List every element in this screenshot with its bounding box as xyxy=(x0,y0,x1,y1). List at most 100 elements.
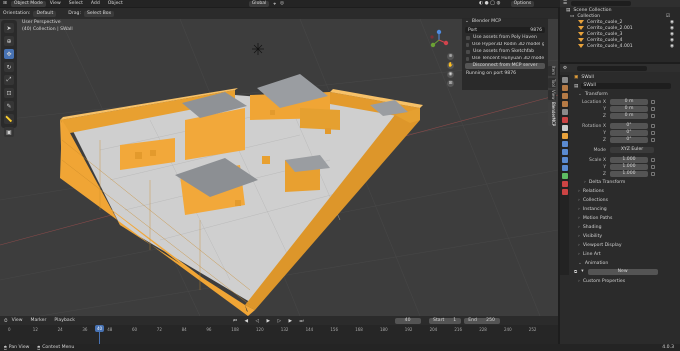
rotation-z-field[interactable]: 0° xyxy=(610,137,648,143)
material-tab-icon[interactable] xyxy=(561,181,568,187)
relations-section[interactable]: Relations xyxy=(560,187,680,196)
shading-section[interactable]: Shading xyxy=(560,223,680,232)
cursor-icon[interactable]: ⊕ xyxy=(4,36,14,46)
eye-icon[interactable]: ◉ xyxy=(670,32,674,37)
eye-icon[interactable]: ◉ xyxy=(670,44,674,49)
lock-icon[interactable] xyxy=(651,172,655,176)
collections-section[interactable]: Collections xyxy=(560,196,680,205)
proportional-edit-icon[interactable]: ◎ xyxy=(280,1,284,6)
checkbox-sketchfab[interactable]: Use assets from Sketchfab xyxy=(466,49,544,54)
timeline-menu-view[interactable]: View xyxy=(12,318,23,323)
output-tab-icon[interactable] xyxy=(561,93,568,99)
playback-controls[interactable]: ⏮ ◀ ◁ ▶ ▷ ▶ ⏭ xyxy=(233,318,307,324)
eye-icon[interactable]: ◉ xyxy=(670,38,674,43)
timeline-menu-marker[interactable]: Marker xyxy=(31,318,47,323)
checkbox-hyper3d[interactable]: Use Hyper3D Rodin 3D model generation xyxy=(466,42,544,47)
physics-tab-icon[interactable] xyxy=(561,157,568,163)
menu-object[interactable]: Object xyxy=(108,1,123,6)
select-cursor-icon[interactable]: ➤ xyxy=(4,23,14,33)
lock-icon[interactable] xyxy=(651,131,655,135)
eye-icon[interactable]: ◉ xyxy=(670,26,674,31)
playhead[interactable]: 40 xyxy=(95,325,104,332)
lock-icon[interactable] xyxy=(651,114,655,118)
menu-view[interactable]: View xyxy=(50,1,61,6)
location-z-field[interactable]: 0 m xyxy=(610,113,648,119)
new-action-button[interactable]: New xyxy=(587,268,658,275)
viewport-display-section[interactable]: Viewport Display xyxy=(560,241,680,250)
tab-tool[interactable]: Tool xyxy=(548,78,556,88)
timeline-menu-playback[interactable]: Playback xyxy=(54,318,75,323)
menu-select[interactable]: Select xyxy=(69,1,83,6)
rotation-mode-dropdown[interactable]: XYZ Euler xyxy=(610,147,654,153)
rotate-icon[interactable]: ↻ xyxy=(4,62,14,72)
lock-icon[interactable] xyxy=(651,158,655,162)
ortho-grid-icon[interactable]: ⊞ xyxy=(447,80,454,87)
world-tab-icon[interactable] xyxy=(561,117,568,123)
options-dropdown[interactable]: Options xyxy=(510,0,535,7)
outliner-search[interactable] xyxy=(571,1,632,6)
end-frame-field[interactable]: End 250 xyxy=(463,317,500,324)
move-icon[interactable]: ✥ xyxy=(4,49,14,59)
lock-icon[interactable] xyxy=(651,138,655,142)
tool-tab-icon[interactable] xyxy=(561,77,568,83)
collection-tab-icon[interactable] xyxy=(561,125,568,131)
start-frame-field[interactable]: Start 1 xyxy=(428,317,461,324)
disconnect-button[interactable]: Disconnect from MCP server xyxy=(465,63,545,69)
location-x-field[interactable]: 0 m xyxy=(610,99,648,105)
collapse-icon[interactable]: ⌄ xyxy=(465,19,469,24)
mode-dropdown[interactable]: Object Mode xyxy=(10,0,46,7)
lock-icon[interactable] xyxy=(651,100,655,104)
render-tab-icon[interactable] xyxy=(561,85,568,91)
eye-icon[interactable]: ◉ xyxy=(670,20,674,25)
lock-icon[interactable] xyxy=(651,165,655,169)
properties-search[interactable] xyxy=(577,65,648,71)
pan-hand-icon[interactable]: ✋ xyxy=(447,62,454,69)
timeline-editor-icon[interactable]: ⏱ xyxy=(4,318,8,324)
outliner-filter-icon[interactable]: ☰ xyxy=(563,1,567,6)
tab-blendermcp[interactable]: BlenderMCP xyxy=(548,102,556,126)
scale-icon[interactable]: ⤢ xyxy=(4,75,14,85)
particles-tab-icon[interactable] xyxy=(561,149,568,155)
drag-dropdown[interactable]: Select Box xyxy=(84,10,115,17)
menu-add[interactable]: Add xyxy=(91,1,100,6)
custom-properties-section[interactable]: Custom Properties xyxy=(560,277,680,286)
add-cube-icon[interactable]: ▣ xyxy=(4,127,14,137)
annotate-icon[interactable]: ✎ xyxy=(4,101,14,111)
scene-tab-icon[interactable] xyxy=(561,109,568,115)
scale-x-field[interactable]: 1.000 xyxy=(610,157,648,163)
visibility-section[interactable]: Visibility xyxy=(560,232,680,241)
animation-section[interactable]: Animation xyxy=(560,259,680,268)
lock-icon[interactable] xyxy=(651,124,655,128)
snap-icon[interactable]: ⌖ xyxy=(273,1,276,7)
view-layer-tab-icon[interactable] xyxy=(561,101,568,107)
tab-view[interactable]: View xyxy=(548,90,556,100)
constraints-tab-icon[interactable] xyxy=(561,165,568,171)
measure-icon[interactable]: 📏 xyxy=(4,114,14,124)
data-tab-icon[interactable] xyxy=(561,173,568,179)
navigation-gizmo[interactable] xyxy=(428,29,450,51)
transform-orientation-dropdown[interactable]: Global xyxy=(248,0,270,7)
object-tab-icon[interactable] xyxy=(561,133,568,139)
texture-tab-icon[interactable] xyxy=(561,189,568,195)
camera-view-icon[interactable]: ◉ xyxy=(447,71,454,78)
action-icon[interactable]: ⧉ xyxy=(574,269,577,275)
transform-icon[interactable]: ⊡ xyxy=(4,88,14,98)
transform-section[interactable]: Transform xyxy=(560,90,680,99)
rotation-x-field[interactable]: 0° xyxy=(610,123,648,129)
outliner-item[interactable]: Cerrito_cuole_4.001 ◉ xyxy=(560,43,680,49)
action-browse-icon[interactable]: ▾ xyxy=(581,269,583,274)
scale-z-field[interactable]: 1.000 xyxy=(610,171,648,177)
location-y-field[interactable]: 0 m xyxy=(610,106,648,112)
data-name-field[interactable]: SWall xyxy=(581,83,672,89)
editor-type-icon[interactable]: ⊞ xyxy=(3,1,7,6)
port-field[interactable]: Port 9876 xyxy=(465,27,545,33)
delta-transform-section[interactable]: Delta Transform xyxy=(560,178,680,187)
timeline-area[interactable]: 0 12 24 36 48 60 72 84 96 108 120 132 144 156 168 180 19… xyxy=(0,325,558,344)
zoom-icon[interactable]: ⊕ xyxy=(447,53,454,60)
checkbox-polyhaven[interactable]: Use assets from Poly Haven xyxy=(466,35,544,40)
checkbox-icon[interactable]: ☑ xyxy=(666,14,670,19)
line-art-section[interactable]: Line Art xyxy=(560,250,680,259)
mcp-panel-header[interactable]: ⌄ Blender MCP xyxy=(462,18,548,25)
current-frame-field[interactable]: 40 xyxy=(394,317,421,324)
scale-y-field[interactable]: 1.000 xyxy=(610,164,648,170)
